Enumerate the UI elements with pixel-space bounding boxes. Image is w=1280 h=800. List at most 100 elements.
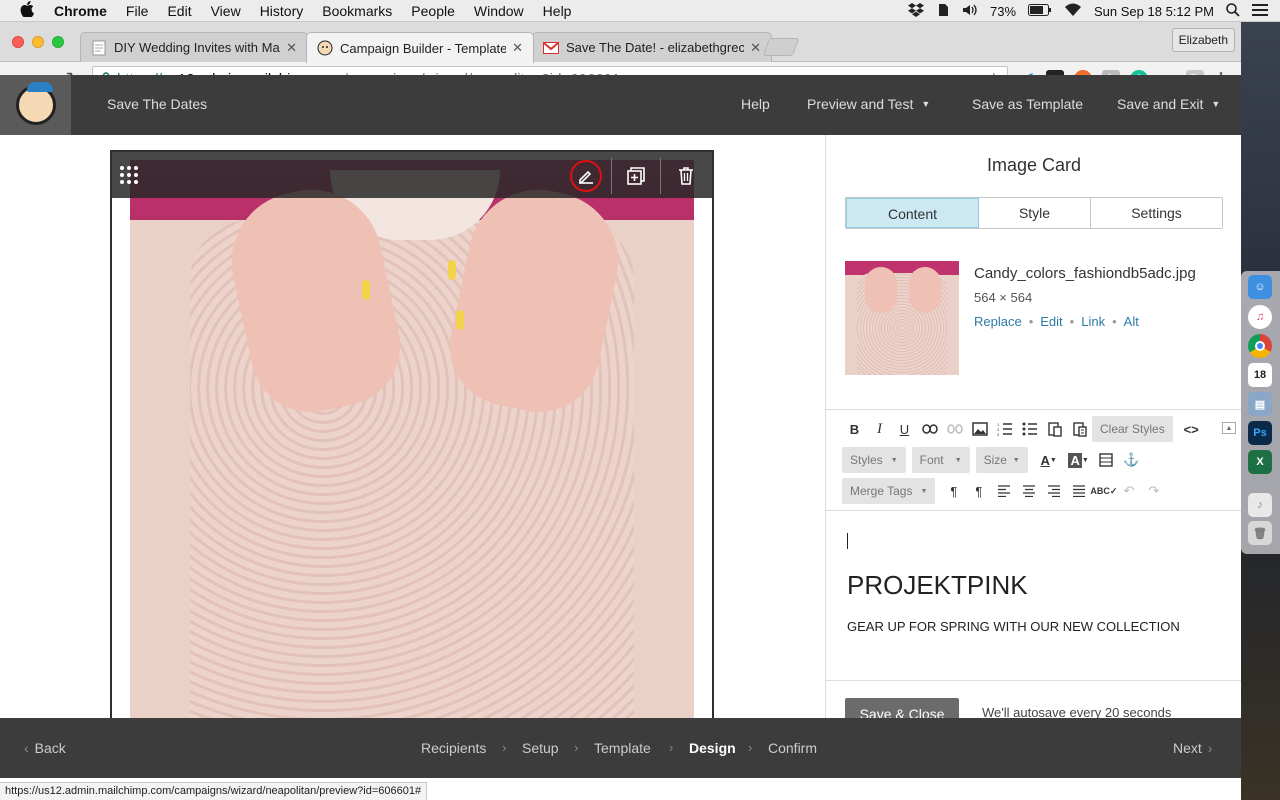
paragraph-rtl-icon[interactable]: ¶ bbox=[966, 479, 991, 503]
paste-text-icon[interactable] bbox=[1067, 417, 1092, 441]
clear-styles-button[interactable]: Clear Styles bbox=[1092, 416, 1173, 442]
align-left-icon[interactable] bbox=[991, 479, 1016, 503]
menu-history[interactable]: History bbox=[260, 3, 304, 19]
wifi-icon[interactable] bbox=[1064, 3, 1082, 20]
replace-image-link[interactable]: Replace bbox=[974, 314, 1022, 329]
help-link[interactable]: Help bbox=[741, 96, 770, 112]
music-folder-icon[interactable]: ♪ bbox=[1248, 493, 1272, 517]
duplicate-block-button[interactable] bbox=[620, 160, 652, 192]
volume-icon[interactable] bbox=[962, 3, 978, 20]
back-button[interactable]: ‹ Back bbox=[24, 740, 66, 756]
bulleted-list-icon[interactable] bbox=[1017, 417, 1042, 441]
browser-tab-gmail[interactable]: Save The Date! - elizabethgrec ✕ bbox=[532, 32, 772, 62]
trash-icon[interactable]: 🗑 bbox=[1248, 521, 1272, 545]
italic-icon[interactable]: I bbox=[867, 417, 892, 441]
link-image-link[interactable]: Link bbox=[1081, 314, 1105, 329]
align-right-icon[interactable] bbox=[1041, 479, 1066, 503]
new-tab-button[interactable] bbox=[762, 38, 800, 56]
chrome-icon[interactable] bbox=[1248, 334, 1272, 358]
step-setup[interactable]: Setup bbox=[522, 740, 559, 756]
merge-tags-dropdown[interactable]: Merge Tags ▼ bbox=[842, 478, 936, 504]
bold-icon[interactable]: B bbox=[842, 417, 867, 441]
dropbox-icon[interactable] bbox=[907, 2, 924, 20]
calendar-icon[interactable]: 18 bbox=[1248, 363, 1272, 387]
close-window-button[interactable] bbox=[12, 36, 24, 48]
image-thumbnail[interactable] bbox=[845, 261, 959, 375]
anchor-icon[interactable]: ⚓ bbox=[1119, 448, 1144, 472]
text-editor-area[interactable]: PROJEKTPINK GEAR UP FOR SPRING WITH OUR … bbox=[826, 513, 1242, 681]
edit-block-button[interactable] bbox=[570, 160, 602, 192]
image-card-block[interactable] bbox=[110, 150, 714, 718]
mailchimp-logo[interactable] bbox=[0, 75, 71, 135]
battery-icon[interactable] bbox=[1028, 3, 1052, 19]
underline-icon[interactable]: U bbox=[892, 417, 917, 441]
editor-subheading[interactable]: GEAR UP FOR SPRING WITH OUR NEW COLLECTI… bbox=[847, 619, 1180, 634]
rich-text-toolbar: B I U 123 Clear Styles <> ▲ Styles ▼ Fon… bbox=[826, 409, 1242, 511]
collapse-toolbar-icon[interactable]: ▲ bbox=[1222, 422, 1236, 434]
save-and-exit-menu[interactable]: Save and Exit ▼ bbox=[1117, 96, 1220, 112]
font-dropdown[interactable]: Font ▼ bbox=[911, 447, 970, 473]
menu-chrome[interactable]: Chrome bbox=[54, 3, 107, 19]
tab-settings[interactable]: Settings bbox=[1091, 198, 1222, 228]
excel-icon[interactable]: X bbox=[1248, 450, 1272, 474]
justify-icon[interactable] bbox=[1066, 479, 1091, 503]
preview-and-test-menu[interactable]: Preview and Test ▼ bbox=[807, 96, 930, 112]
menu-file[interactable]: File bbox=[126, 3, 149, 19]
delete-block-button[interactable] bbox=[670, 160, 702, 192]
apple-icon[interactable] bbox=[20, 0, 38, 21]
menu-help[interactable]: Help bbox=[543, 3, 572, 19]
spotlight-icon[interactable] bbox=[1226, 2, 1240, 20]
size-dropdown[interactable]: Size ▼ bbox=[975, 447, 1028, 473]
image-icon[interactable] bbox=[967, 417, 992, 441]
menu-view[interactable]: View bbox=[211, 3, 241, 19]
evernote-icon[interactable] bbox=[936, 3, 950, 20]
step-confirm[interactable]: Confirm bbox=[768, 740, 817, 756]
finder-icon[interactable]: ☺ bbox=[1248, 275, 1272, 299]
align-center-icon[interactable] bbox=[1016, 479, 1041, 503]
table-icon[interactable] bbox=[1094, 448, 1119, 472]
paragraph-ltr-icon[interactable]: ¶ bbox=[941, 479, 966, 503]
menu-edit[interactable]: Edit bbox=[167, 3, 191, 19]
menu-people[interactable]: People bbox=[411, 3, 455, 19]
alt-text-link[interactable]: Alt bbox=[1124, 314, 1139, 329]
background-color-icon[interactable]: A ▼ bbox=[1064, 448, 1094, 472]
preview-icon[interactable]: ▤ bbox=[1248, 392, 1272, 416]
browser-status-bar: https://us12.admin.mailchimp.com/campaig… bbox=[0, 782, 428, 800]
unlink-icon[interactable] bbox=[942, 417, 967, 441]
source-code-icon[interactable]: <> bbox=[1179, 417, 1204, 441]
close-icon[interactable]: ✕ bbox=[286, 40, 297, 56]
tab-style[interactable]: Style bbox=[979, 198, 1091, 228]
numbered-list-icon[interactable]: 123 bbox=[992, 417, 1017, 441]
edit-image-link[interactable]: Edit bbox=[1040, 314, 1062, 329]
link-icon[interactable] bbox=[917, 417, 942, 441]
clock[interactable]: Sun Sep 18 5:12 PM bbox=[1094, 4, 1214, 19]
menu-window[interactable]: Window bbox=[474, 3, 524, 19]
step-design[interactable]: Design bbox=[689, 740, 736, 756]
text-color-icon[interactable]: A ▼ bbox=[1034, 448, 1064, 472]
itunes-icon[interactable]: ♫ bbox=[1248, 305, 1272, 329]
browser-tab-diy-wedding[interactable]: DIY Wedding Invites with Mailc ✕ bbox=[80, 32, 308, 62]
styles-dropdown[interactable]: Styles ▼ bbox=[842, 447, 906, 473]
image-card-photo[interactable] bbox=[130, 160, 694, 718]
photoshop-icon[interactable]: Ps bbox=[1248, 421, 1272, 445]
editor-heading[interactable]: PROJEKTPINK bbox=[847, 570, 1028, 601]
notification-center-icon[interactable] bbox=[1252, 3, 1268, 19]
redo-icon[interactable]: ↷ bbox=[1141, 479, 1166, 503]
browser-tab-campaign-builder[interactable]: Campaign Builder - Template D ✕ bbox=[306, 32, 534, 63]
step-recipients[interactable]: Recipients bbox=[421, 740, 486, 756]
minimize-window-button[interactable] bbox=[32, 36, 44, 48]
step-template[interactable]: Template bbox=[594, 740, 651, 756]
paste-icon[interactable] bbox=[1042, 417, 1067, 441]
next-button[interactable]: Next › bbox=[1173, 740, 1212, 756]
undo-icon[interactable]: ↶ bbox=[1116, 479, 1141, 503]
zoom-window-button[interactable] bbox=[52, 36, 64, 48]
tab-content[interactable]: Content bbox=[846, 198, 979, 228]
save-as-template-button[interactable]: Save as Template bbox=[972, 96, 1083, 112]
spellcheck-icon[interactable]: ABC✓ bbox=[1090, 479, 1117, 503]
profile-button[interactable]: Elizabeth bbox=[1171, 28, 1235, 52]
drag-handle-icon[interactable] bbox=[120, 166, 138, 184]
battery-percent[interactable]: 73% bbox=[990, 4, 1016, 19]
menu-bookmarks[interactable]: Bookmarks bbox=[322, 3, 392, 19]
close-icon[interactable]: ✕ bbox=[750, 40, 761, 56]
close-icon[interactable]: ✕ bbox=[512, 40, 523, 56]
